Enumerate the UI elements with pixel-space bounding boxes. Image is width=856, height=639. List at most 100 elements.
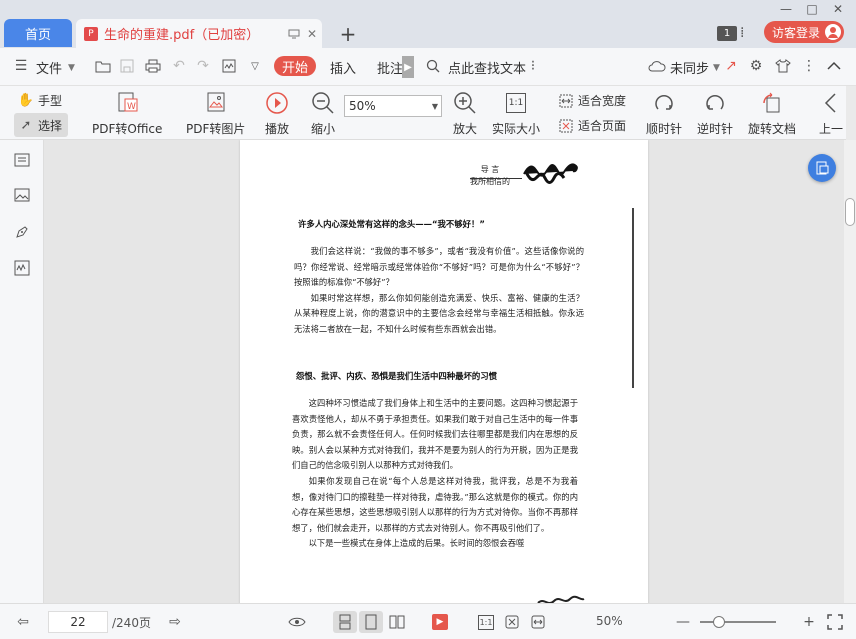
- paragraph: 如果你发现自己在说“每个人总是这样对待我，批评我，总是不为我着想，像对待门口的擦…: [292, 475, 578, 533]
- paragraph-block-1: 我们会这样说：“我做的事不够多”，或者“我没有价值”。这些话像你说的吗？你经常说…: [294, 244, 584, 338]
- single-page-view-icon[interactable]: [333, 611, 357, 633]
- search-icon[interactable]: [424, 57, 442, 75]
- restore-icon[interactable]: □: [804, 2, 820, 16]
- more-horizontal-icon[interactable]: ⋮: [800, 57, 818, 75]
- share-icon[interactable]: ↗: [722, 57, 740, 75]
- next-page-icon[interactable]: ⇨: [166, 613, 184, 631]
- scrollbar-thumb[interactable]: [845, 198, 855, 226]
- hamburger-menu-icon[interactable]: ☰: [12, 57, 30, 75]
- minimize-icon[interactable]: —: [778, 2, 794, 16]
- zoom-percentage[interactable]: 50%: [596, 614, 623, 628]
- toolbar-scroll[interactable]: [846, 86, 856, 140]
- outline-list-icon[interactable]: [12, 150, 32, 170]
- zoom-in-button[interactable]: 放大: [452, 90, 478, 137]
- guest-login-button[interactable]: 访客登录: [764, 21, 844, 43]
- more-dropdown-icon[interactable]: ▽: [246, 57, 264, 75]
- pdf-to-office-button[interactable]: W PDF转Office: [92, 90, 162, 137]
- actual-size-label: 实际大小: [492, 122, 541, 136]
- annotation-pen-icon[interactable]: [12, 222, 32, 242]
- skin-shirt-icon[interactable]: [774, 57, 792, 75]
- tab-home[interactable]: 首页: [4, 19, 72, 47]
- fit-page-button[interactable]: 适合页面: [558, 117, 626, 134]
- pdf-to-image-button[interactable]: PDF转图片: [186, 90, 245, 137]
- section-heading-1: 许多人内心深处常有这样的念头——“我不够好！”: [298, 219, 485, 229]
- file-menu[interactable]: 文件 ▼: [36, 58, 75, 77]
- rotate-clockwise-label: 顺时针: [646, 122, 683, 136]
- previous-page-button[interactable]: 上一: [818, 90, 844, 137]
- fit-width-small-icon[interactable]: [529, 613, 547, 631]
- section-heading-2: 怨恨、批评、内疚、恐惧是我们生活中四种最坏的习惯: [296, 371, 497, 381]
- hand-tool-button[interactable]: ✋ 手型: [18, 92, 62, 109]
- vertical-scrollbar[interactable]: [844, 140, 856, 603]
- cloud-sync-icon[interactable]: [648, 57, 666, 75]
- rotate-counterclockwise-button[interactable]: 逆时针: [697, 90, 733, 137]
- rotate-document-button[interactable]: 旋转文档: [748, 90, 796, 137]
- eye-protection-icon[interactable]: [288, 613, 306, 631]
- tab-annotate[interactable]: 批注: [377, 58, 403, 77]
- zoom-slider[interactable]: [700, 616, 776, 628]
- zoom-out-small-icon[interactable]: —: [674, 613, 692, 631]
- zoom-level-select[interactable]: 50% ▼: [344, 95, 442, 117]
- avatar-icon: [825, 24, 841, 40]
- menu-bar: ☰ 文件 ▼ ↶ ↷ ▽ 开始 插入 批注 ▶ 点此查找文本 ⁝ 未同步 ▼ ↗…: [0, 48, 856, 86]
- document-viewport[interactable]: 导 言 我所相信的 许多人内心深处常有这样的念头——“我不够好！” 我们会这样说…: [44, 140, 844, 603]
- total-pages: /240页: [112, 616, 151, 630]
- find-text-input[interactable]: 点此查找文本: [448, 58, 526, 77]
- save-icon[interactable]: [118, 57, 136, 75]
- close-tab-icon[interactable]: ✕: [304, 26, 320, 42]
- guest-login-label: 访客登录: [772, 25, 821, 40]
- tab-document[interactable]: P 生命的重建.pdf（已加密） ✕: [76, 19, 322, 48]
- zoom-slider-knob[interactable]: [713, 616, 725, 628]
- previous-page-icon[interactable]: ⇦: [14, 613, 32, 631]
- page-header: 导 言 我所相信的: [470, 164, 510, 188]
- pdf-to-image-label: PDF转图片: [186, 122, 246, 136]
- pdf-page: 导 言 我所相信的 许多人内心深处常有这样的念头——“我不够好！” 我们会这样说…: [240, 140, 648, 603]
- tab-insert[interactable]: 插入: [330, 58, 356, 77]
- svg-text:W: W: [127, 102, 136, 112]
- signature-icon[interactable]: [220, 57, 238, 75]
- tab-start[interactable]: 开始: [274, 56, 316, 76]
- fit-page-small-icon[interactable]: [503, 613, 521, 631]
- pdf-to-office-label: PDF转Office: [92, 122, 163, 136]
- print-icon[interactable]: [144, 57, 162, 75]
- settings-gear-icon[interactable]: ⚙: [747, 57, 765, 75]
- redo-icon[interactable]: ↷: [194, 57, 212, 75]
- chevron-down-icon: ▼: [431, 101, 438, 111]
- signature-sidebar-icon[interactable]: [12, 258, 32, 278]
- actual-size-small-icon[interactable]: 1:1: [477, 613, 495, 631]
- close-window-icon[interactable]: ✕: [830, 2, 846, 16]
- rotate-counterclockwise-label: 逆时针: [697, 122, 734, 136]
- undo-icon[interactable]: ↶: [170, 57, 188, 75]
- zoom-in-small-icon[interactable]: +: [800, 613, 818, 631]
- more-menu-icon[interactable]: ⁞: [740, 25, 744, 41]
- open-folder-icon[interactable]: [94, 57, 112, 75]
- new-tab-button[interactable]: +: [336, 22, 360, 46]
- vertical-dots-icon[interactable]: ⁝: [524, 57, 542, 75]
- sync-status[interactable]: 未同步 ▼: [670, 58, 720, 77]
- floating-convert-icon[interactable]: [808, 154, 836, 182]
- monitor-icon[interactable]: [286, 26, 302, 42]
- continuous-view-icon[interactable]: [359, 611, 383, 633]
- zoom-out-button[interactable]: 缩小: [310, 90, 336, 137]
- bottom-decoration: [537, 595, 585, 603]
- document-tab-title: 生命的重建.pdf（已加密）: [104, 28, 260, 43]
- window-count-badge[interactable]: 1: [717, 26, 737, 41]
- play-slideshow-button[interactable]: 播放: [264, 90, 290, 137]
- fit-width-button[interactable]: 适合宽度: [558, 92, 626, 109]
- left-sidebar: [0, 140, 44, 603]
- fullscreen-icon[interactable]: [826, 613, 844, 631]
- status-bar: ⇦ 22 /240页 ⇨ ▶ 1:1 50% — +: [0, 603, 856, 639]
- select-tool-button[interactable]: ➚ 选择: [18, 117, 62, 134]
- rotate-clockwise-button[interactable]: 顺时针: [646, 90, 682, 137]
- scroll-tabs-icon[interactable]: ▶: [402, 56, 414, 78]
- thumbnail-image-icon[interactable]: [12, 185, 32, 205]
- actual-size-button[interactable]: 1:1 实际大小: [492, 90, 540, 137]
- chevron-down-icon: ▼: [68, 62, 75, 73]
- play-slideshow-icon[interactable]: ▶: [432, 614, 448, 630]
- page-number-input[interactable]: 22: [48, 611, 108, 633]
- two-page-view-icon[interactable]: [385, 611, 409, 633]
- play-icon: [264, 90, 290, 116]
- zoom-out-icon: [310, 90, 336, 116]
- collapse-ribbon-icon[interactable]: [825, 57, 843, 75]
- margin-mark: [632, 208, 634, 388]
